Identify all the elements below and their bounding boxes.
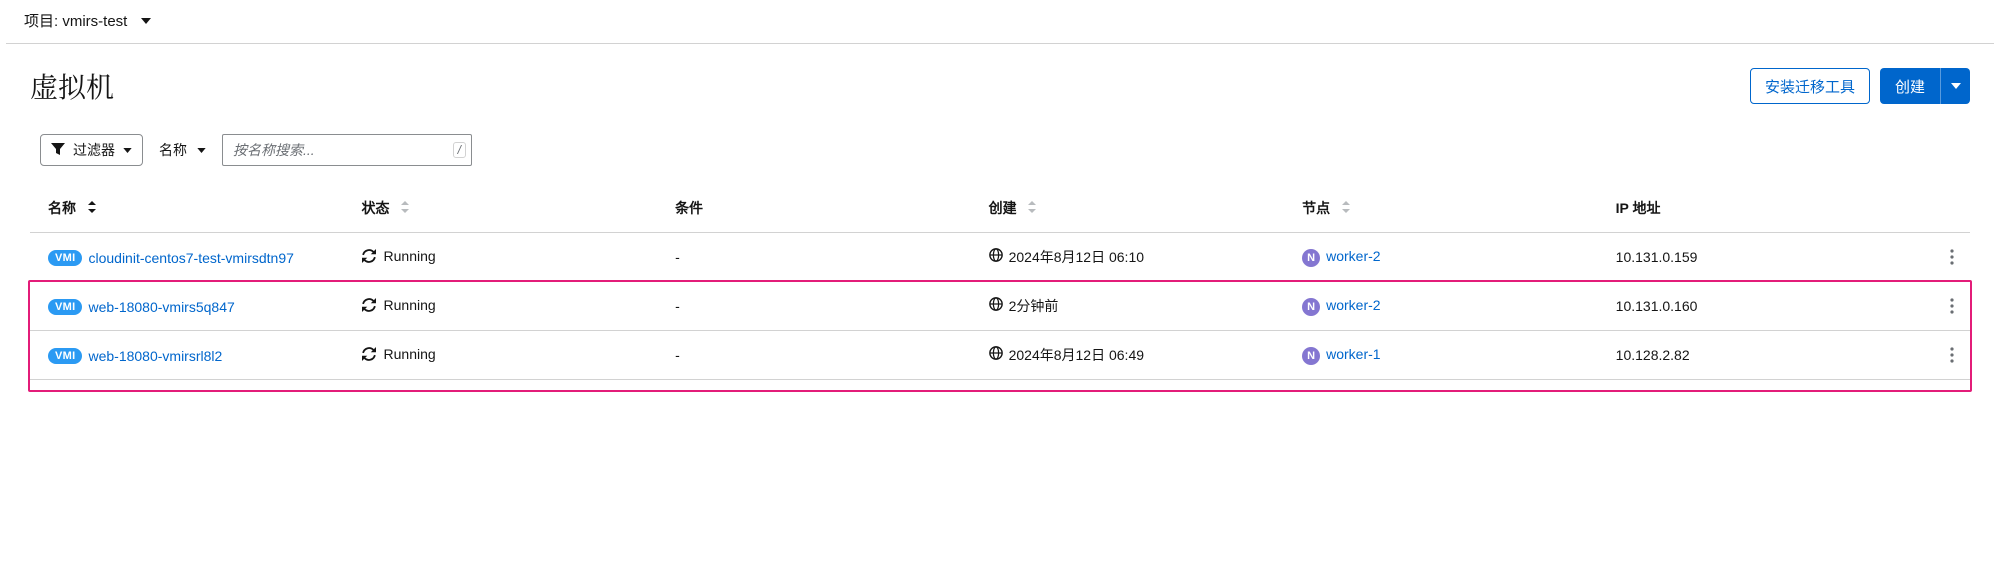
filter-by-select[interactable]: 名称 [157, 136, 208, 164]
ip-value: 10.131.0.160 [1616, 298, 1698, 314]
status-label: Running [384, 297, 436, 313]
create-button[interactable]: 创建 [1880, 68, 1940, 104]
filter-caret-icon [123, 148, 132, 153]
col-header-node-label: 节点 [1302, 200, 1330, 216]
col-header-actions [1911, 184, 1970, 233]
sync-icon [362, 249, 376, 263]
node-badge: N [1302, 298, 1320, 316]
col-header-created[interactable]: 创建 [971, 184, 1285, 233]
install-migration-tool-button[interactable]: 安装迁移工具 [1750, 68, 1870, 104]
filter-icon [51, 142, 65, 158]
node-badge: N [1302, 347, 1320, 365]
col-header-status[interactable]: 状态 [344, 184, 658, 233]
table-row: VMI cloudinit-centos7-test-vmirsdtn97 Runn… [30, 233, 1970, 282]
col-header-ip: IP 地址 [1598, 184, 1912, 233]
node-badge: N [1302, 249, 1320, 267]
sort-icon [1028, 201, 1036, 216]
vm-name-link[interactable]: web-18080-vmirs5q847 [88, 299, 234, 315]
created-value: 2024年8月12日 06:10 [1009, 249, 1144, 265]
ip-value: 10.131.0.159 [1616, 249, 1698, 265]
col-header-ip-label: IP 地址 [1616, 200, 1661, 216]
col-header-name[interactable]: 名称 [30, 184, 344, 233]
col-header-node[interactable]: 节点 [1284, 184, 1598, 233]
row-actions-kebab[interactable] [1944, 294, 1960, 318]
status-label: Running [384, 346, 436, 362]
vm-name-link[interactable]: cloudinit-centos7-test-vmirsdtn97 [88, 250, 293, 266]
sync-icon [362, 298, 376, 312]
project-selector-label: 项目: vmirs-test [24, 10, 127, 31]
page-title: 虚拟机 [30, 66, 114, 106]
sort-icon [88, 201, 96, 216]
search-shortcut-hint: / [453, 142, 466, 158]
col-header-name-label: 名称 [48, 200, 76, 216]
vmi-badge: VMI [48, 299, 82, 315]
created-value: 2024年8月12日 06:49 [1009, 347, 1144, 363]
col-header-created-label: 创建 [989, 200, 1017, 216]
condition-value: - [675, 298, 680, 314]
sort-icon [1342, 201, 1350, 216]
filter-by-label: 名称 [159, 140, 187, 160]
col-header-condition-label: 条件 [675, 200, 703, 216]
filter-button[interactable]: 过滤器 [40, 134, 143, 166]
filter-button-label: 过滤器 [73, 140, 115, 160]
table-row: VMI web-18080-vmirs5q847 Running - 2分钟前 Nwork… [30, 282, 1970, 331]
created-value: 2分钟前 [1009, 298, 1059, 314]
project-selector-caret-icon[interactable] [141, 18, 151, 24]
vm-name-link[interactable]: web-18080-vmirsrl8l2 [88, 348, 222, 364]
search-input[interactable] [222, 134, 472, 166]
col-header-status-label: 状态 [362, 200, 390, 216]
globe-icon [989, 248, 1003, 262]
globe-icon [989, 346, 1003, 360]
filter-by-caret-icon [197, 148, 206, 153]
ip-value: 10.128.2.82 [1616, 347, 1690, 363]
col-header-condition: 条件 [657, 184, 971, 233]
status-label: Running [384, 248, 436, 264]
node-link[interactable]: worker-1 [1326, 346, 1380, 362]
condition-value: - [675, 347, 680, 363]
row-actions-kebab[interactable] [1944, 245, 1960, 269]
row-actions-kebab[interactable] [1944, 343, 1960, 367]
vmi-badge: VMI [48, 348, 82, 364]
table-row: VMI web-18080-vmirsrl8l2 Running - 2024年8月12… [30, 331, 1970, 380]
condition-value: - [675, 249, 680, 265]
node-link[interactable]: worker-2 [1326, 248, 1380, 264]
node-link[interactable]: worker-2 [1326, 297, 1380, 313]
sync-icon [362, 347, 376, 361]
create-button-caret[interactable] [1940, 68, 1970, 104]
vmi-badge: VMI [48, 250, 82, 266]
globe-icon [989, 297, 1003, 311]
sort-icon [401, 201, 409, 216]
